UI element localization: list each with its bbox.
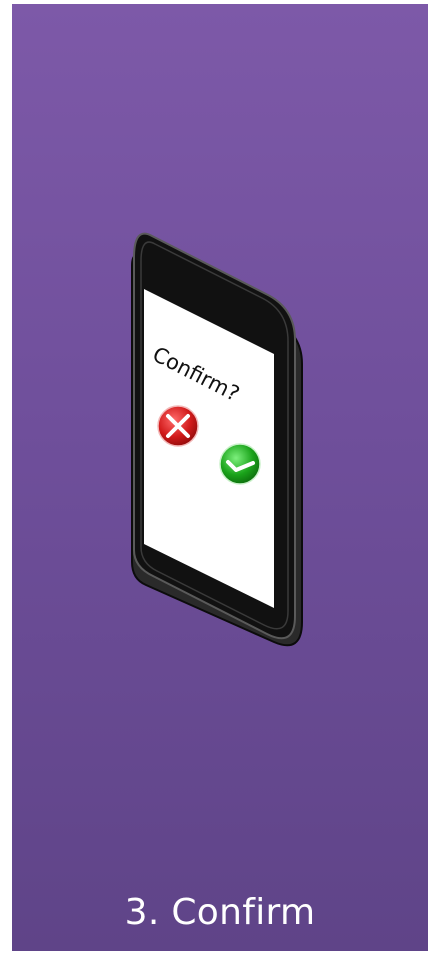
x-icon[interactable] bbox=[157, 405, 199, 447]
phone-illustration: Confirm? bbox=[131, 232, 303, 647]
step-caption: 3. Confirm bbox=[124, 892, 316, 933]
check-icon[interactable] bbox=[219, 443, 261, 485]
step-panel: Confirm? 3. Confirm bbox=[12, 4, 428, 951]
